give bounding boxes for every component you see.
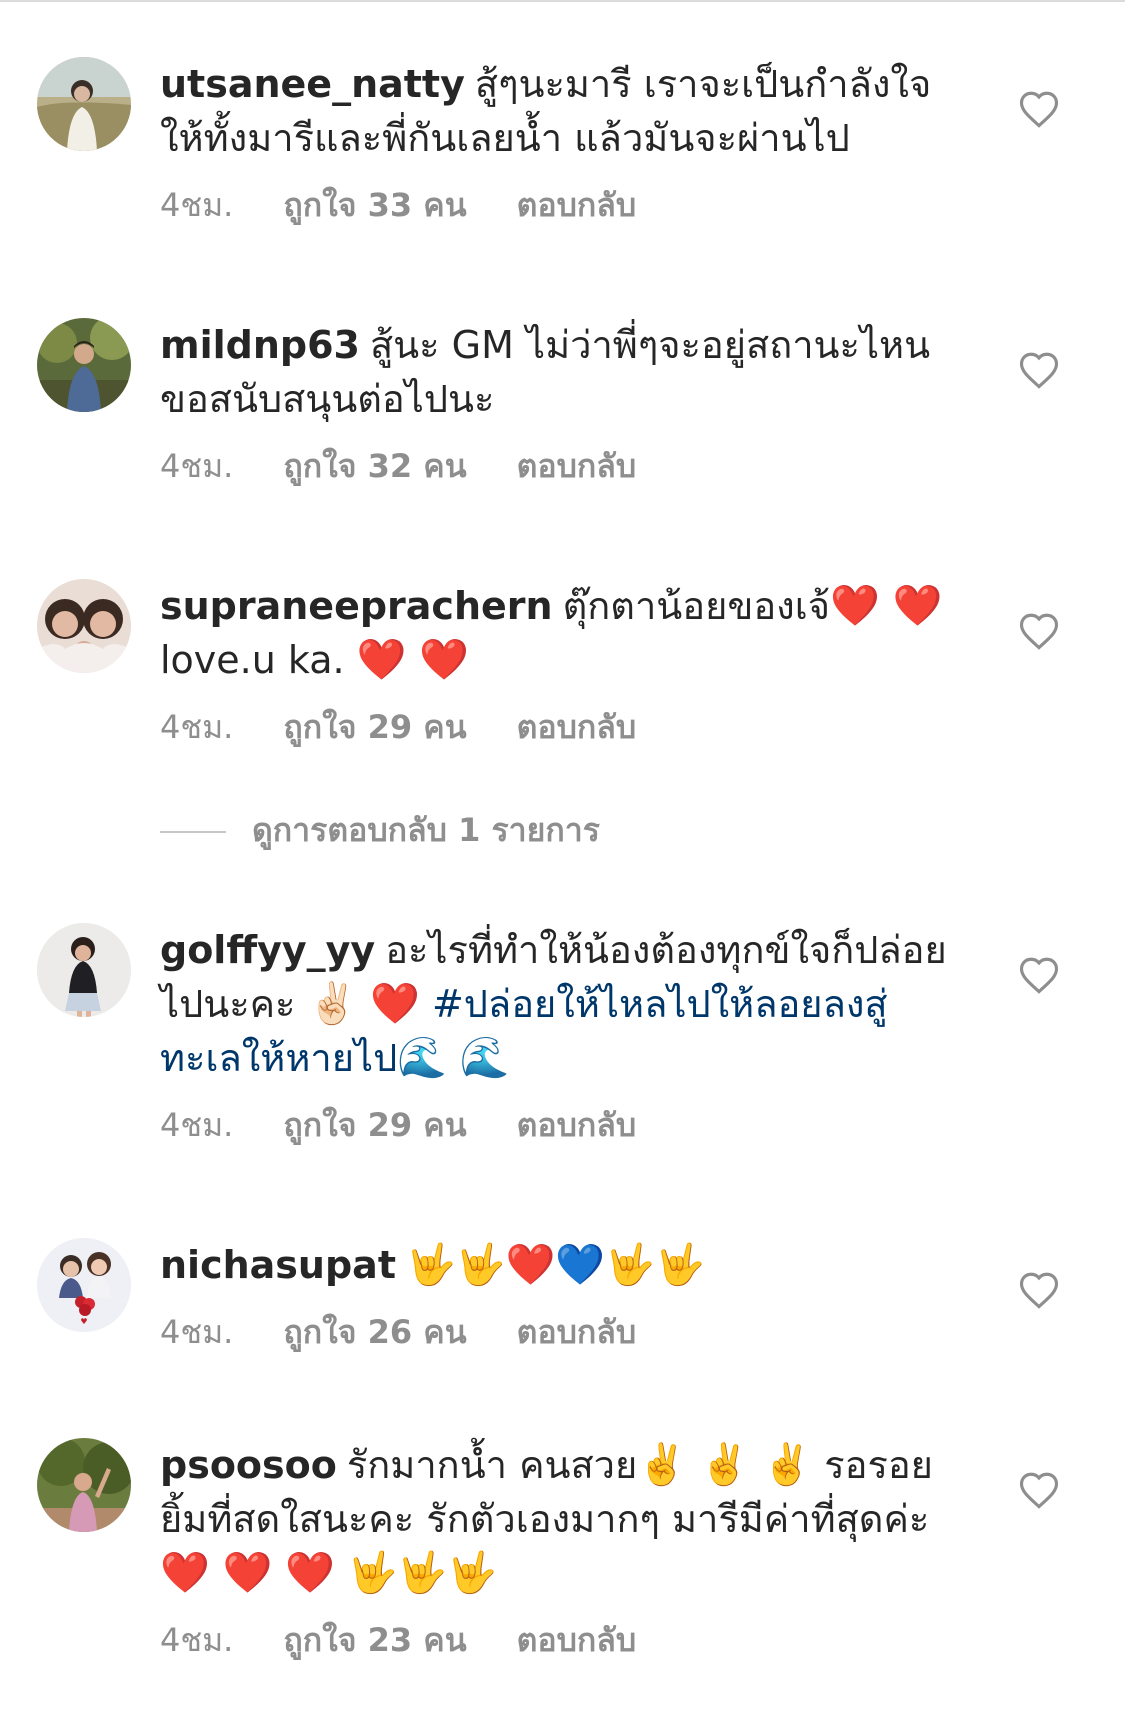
comment-meta: 4ชม. ถูกใจ 32 คน ตอบกลับ <box>160 446 960 486</box>
avatar[interactable] <box>37 579 131 673</box>
comment-time: 4ชม. <box>160 447 234 485</box>
comment-text: ตุ๊กตาน้อยของเจ้ <box>562 584 830 628</box>
comment-text: รักมากน้ำ คนสวย <box>346 1443 638 1487</box>
comment-emoji: ✌️ ✌️ ✌️ <box>637 1442 813 1488</box>
like-button[interactable] <box>1018 350 1060 390</box>
comment-meta: 4ชม. ถูกใจ 33 คน ตอบกลับ <box>160 185 960 225</box>
comment-time: 4ชม. <box>160 186 234 224</box>
heart-outline-icon <box>1019 352 1059 389</box>
comment-text-continued: love.u ka. <box>160 638 345 682</box>
heart-outline-icon <box>1019 1272 1059 1309</box>
svg-text:♥: ♥ <box>80 1317 87 1326</box>
reply-button[interactable]: ตอบกลับ <box>517 708 637 746</box>
comment-emoji: ❤️ ❤️ <box>356 637 470 683</box>
avatar[interactable]: ♥ <box>37 1238 131 1332</box>
reply-button[interactable]: ตอบกลับ <box>517 447 637 485</box>
comment-meta: 4ชม. ถูกใจ 26 คน ตอบกลับ <box>160 1312 960 1352</box>
like-button[interactable] <box>1018 611 1060 651</box>
like-button[interactable] <box>1018 955 1060 995</box>
comment-time: 4ชม. <box>160 1621 234 1659</box>
heart-outline-icon <box>1019 91 1059 128</box>
avatar-photo-icon <box>37 579 131 673</box>
like-button[interactable] <box>1018 1270 1060 1310</box>
reply-button[interactable]: ตอบกลับ <box>517 186 637 224</box>
replies-divider-line <box>160 831 226 833</box>
heart-outline-icon <box>1019 957 1059 994</box>
reply-button[interactable]: ตอบกลับ <box>517 1106 637 1144</box>
comment-meta: 4ชม. ถูกใจ 29 คน ตอบกลับ <box>160 1105 960 1145</box>
avatar[interactable] <box>37 1438 131 1532</box>
comment-username[interactable]: mildnp63 <box>160 323 360 367</box>
comment-emoji: ✌🏻 ❤️ <box>307 981 420 1027</box>
comment-emoji: ❤️ ❤️ ❤️ 🤟🤟🤟 <box>160 1550 497 1596</box>
comment-time: 4ชม. <box>160 1106 234 1144</box>
avatar-photo-icon <box>37 1438 131 1532</box>
avatar[interactable] <box>37 57 131 151</box>
avatar-photo-icon: ♥ <box>37 1238 131 1332</box>
reply-button[interactable]: ตอบกลับ <box>517 1313 637 1351</box>
comment-username[interactable]: psoosoo <box>160 1443 337 1487</box>
comment-likes[interactable]: ถูกใจ 23 คน <box>283 1621 466 1659</box>
heart-outline-icon <box>1019 613 1059 650</box>
view-replies-label: ดูการตอบกลับ 1 รายการ <box>252 811 600 849</box>
comment-time: 4ชม. <box>160 708 234 746</box>
comment-likes[interactable]: ถูกใจ 29 คน <box>283 708 466 746</box>
comment-likes[interactable]: ถูกใจ 26 คน <box>283 1313 466 1351</box>
avatar-photo-icon <box>37 57 131 151</box>
comment-time: 4ชม. <box>160 1313 234 1351</box>
avatar-photo-icon <box>37 923 131 1017</box>
heart-outline-icon <box>1019 1472 1059 1509</box>
avatar[interactable] <box>37 923 131 1017</box>
avatar[interactable] <box>37 318 131 412</box>
comment-username[interactable]: supraneeprachern <box>160 584 553 628</box>
view-replies-link[interactable]: ดูการตอบกลับ 1 รายการ <box>160 810 600 850</box>
comment-likes[interactable]: ถูกใจ 29 คน <box>283 1106 466 1144</box>
top-divider <box>0 0 1125 2</box>
avatar-photo-icon <box>37 318 131 412</box>
like-button[interactable] <box>1018 89 1060 129</box>
comment-username[interactable]: utsanee_natty <box>160 62 465 106</box>
comment-username[interactable]: golffyy_yy <box>160 928 375 972</box>
comment-likes[interactable]: ถูกใจ 33 คน <box>283 186 466 224</box>
like-button[interactable] <box>1018 1470 1060 1510</box>
reply-button[interactable]: ตอบกลับ <box>517 1621 637 1659</box>
comment-emoji: 🌊 🌊 <box>397 1035 510 1081</box>
comment-likes[interactable]: ถูกใจ 32 คน <box>283 447 466 485</box>
comment-meta: 4ชม. ถูกใจ 29 คน ตอบกลับ <box>160 707 960 747</box>
comment-meta: 4ชม. ถูกใจ 23 คน ตอบกลับ <box>160 1620 960 1660</box>
comment-username[interactable]: nichasupat <box>160 1243 396 1287</box>
comment-emoji: 🤟🤟❤️💙🤟🤟 <box>405 1242 705 1288</box>
comment-emoji: ❤️ ❤️ <box>829 583 943 629</box>
